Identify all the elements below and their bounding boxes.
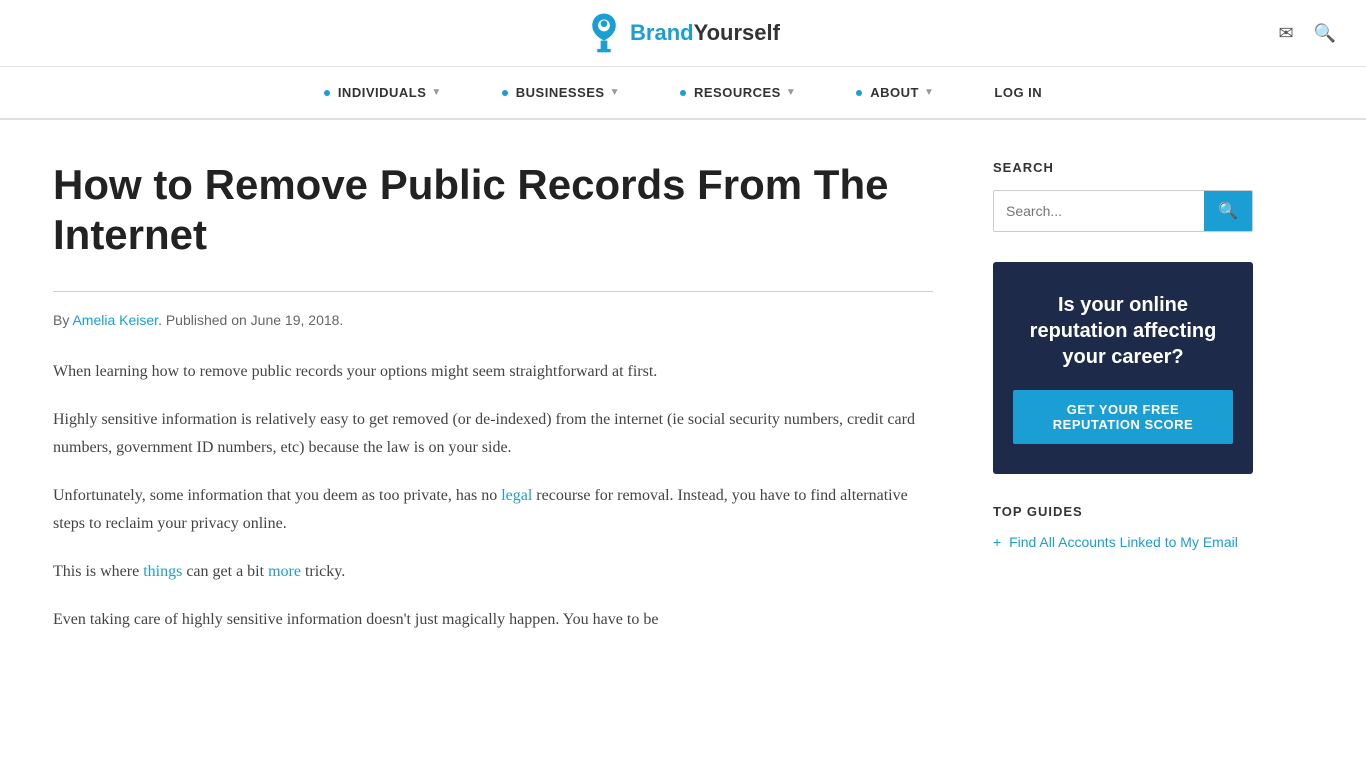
article-paragraph-5: Even taking care of highly sensitive inf… xyxy=(53,606,933,634)
nav-item-individuals: INDIVIDUALS ▼ xyxy=(294,67,472,118)
top-guides-list: + Find All Accounts Linked to My Email xyxy=(993,534,1253,552)
article-content: How to Remove Public Records From The In… xyxy=(53,160,953,654)
email-icon: ✉ xyxy=(1278,23,1293,43)
guide-label: Find All Accounts Linked to My Email xyxy=(1009,534,1238,550)
search-icon: 🔍 xyxy=(1314,23,1336,43)
search-box: 🔍 xyxy=(993,190,1253,232)
logo-icon xyxy=(586,12,622,54)
search-button[interactable]: 🔍 xyxy=(1204,191,1252,231)
logo-text: BrandYourself xyxy=(630,20,780,46)
nav-label-resources: RESOURCES xyxy=(694,85,781,100)
ad-banner-button[interactable]: GET YOUR FREE REPUTATION SCORE xyxy=(1013,390,1233,444)
chevron-down-icon: ▼ xyxy=(431,87,441,98)
top-guides-heading: TOP GUIDES xyxy=(993,504,1253,519)
plus-icon: + xyxy=(993,534,1001,550)
author-link[interactable]: Amelia Keiser xyxy=(72,312,158,328)
nav-label-businesses: BUSINESSES xyxy=(516,85,605,100)
meta-suffix: . Published on June 19, 2018. xyxy=(158,312,343,328)
article-paragraph-4: This is where things can get a bit more … xyxy=(53,558,933,586)
article-divider xyxy=(53,291,933,292)
nav-link-businesses[interactable]: BUSINESSES ▼ xyxy=(472,67,650,118)
sidebar-top-guides-section: TOP GUIDES + Find All Accounts Linked to… xyxy=(993,504,1253,552)
nav-item-resources: RESOURCES ▼ xyxy=(650,67,826,118)
meta-prefix: By xyxy=(53,312,72,328)
sidebar: SEARCH 🔍 Is your online reputation affec… xyxy=(993,160,1253,654)
nav-label-individuals: INDIVIDUALS xyxy=(338,85,427,100)
things-link[interactable]: things xyxy=(143,563,182,580)
nav-dot-icon xyxy=(856,90,862,96)
more-link[interactable]: more xyxy=(268,563,301,580)
chevron-down-icon: ▼ xyxy=(786,87,796,98)
legal-link[interactable]: legal xyxy=(501,487,532,504)
ad-banner: Is your online reputation affecting your… xyxy=(993,262,1253,474)
site-header: BrandYourself ✉ 🔍 xyxy=(0,0,1366,67)
sidebar-search-section: SEARCH 🔍 xyxy=(993,160,1253,232)
article-paragraph-2: Highly sensitive information is relative… xyxy=(53,406,933,462)
ad-banner-title: Is your online reputation affecting your… xyxy=(1013,292,1233,370)
search-input[interactable] xyxy=(994,191,1204,231)
nav-dot-icon xyxy=(324,90,330,96)
article-title: How to Remove Public Records From The In… xyxy=(53,160,933,261)
article-meta: By Amelia Keiser. Published on June 19, … xyxy=(53,312,933,328)
chevron-down-icon: ▼ xyxy=(924,87,934,98)
nav-dot-icon xyxy=(502,90,508,96)
nav-item-about: ABOUT ▼ xyxy=(826,67,964,118)
nav-label-about: ABOUT xyxy=(870,85,919,100)
sidebar-ad-section: Is your online reputation affecting your… xyxy=(993,262,1253,474)
search-submit-icon: 🔍 xyxy=(1218,203,1238,220)
logo-link[interactable]: BrandYourself xyxy=(586,12,780,54)
search-icon-button[interactable]: 🔍 xyxy=(1314,23,1336,44)
header-icons: ✉ 🔍 xyxy=(1278,23,1336,44)
nav-item-login: LOG IN xyxy=(964,67,1072,118)
list-item: + Find All Accounts Linked to My Email xyxy=(993,534,1253,552)
nav-link-individuals[interactable]: INDIVIDUALS ▼ xyxy=(294,67,472,118)
main-nav: INDIVIDUALS ▼ BUSINESSES ▼ RESOURCES ▼ A… xyxy=(0,67,1366,120)
guide-link-email[interactable]: + Find All Accounts Linked to My Email xyxy=(993,534,1238,550)
site-main: How to Remove Public Records From The In… xyxy=(33,120,1333,694)
nav-link-resources[interactable]: RESOURCES ▼ xyxy=(650,67,826,118)
sidebar-search-heading: SEARCH xyxy=(993,160,1253,175)
nav-link-about[interactable]: ABOUT ▼ xyxy=(826,67,964,118)
chevron-down-icon: ▼ xyxy=(610,87,620,98)
nav-dot-icon xyxy=(680,90,686,96)
nav-items-list: INDIVIDUALS ▼ BUSINESSES ▼ RESOURCES ▼ A… xyxy=(294,67,1072,118)
nav-link-login[interactable]: LOG IN xyxy=(964,67,1072,118)
article-paragraph-3: Unfortunately, some information that you… xyxy=(53,482,933,538)
article-paragraph-1: When learning how to remove public recor… xyxy=(53,358,933,386)
article-body: When learning how to remove public recor… xyxy=(53,358,933,634)
email-icon-button[interactable]: ✉ xyxy=(1278,23,1293,44)
nav-label-login: LOG IN xyxy=(994,85,1042,100)
nav-item-businesses: BUSINESSES ▼ xyxy=(472,67,650,118)
